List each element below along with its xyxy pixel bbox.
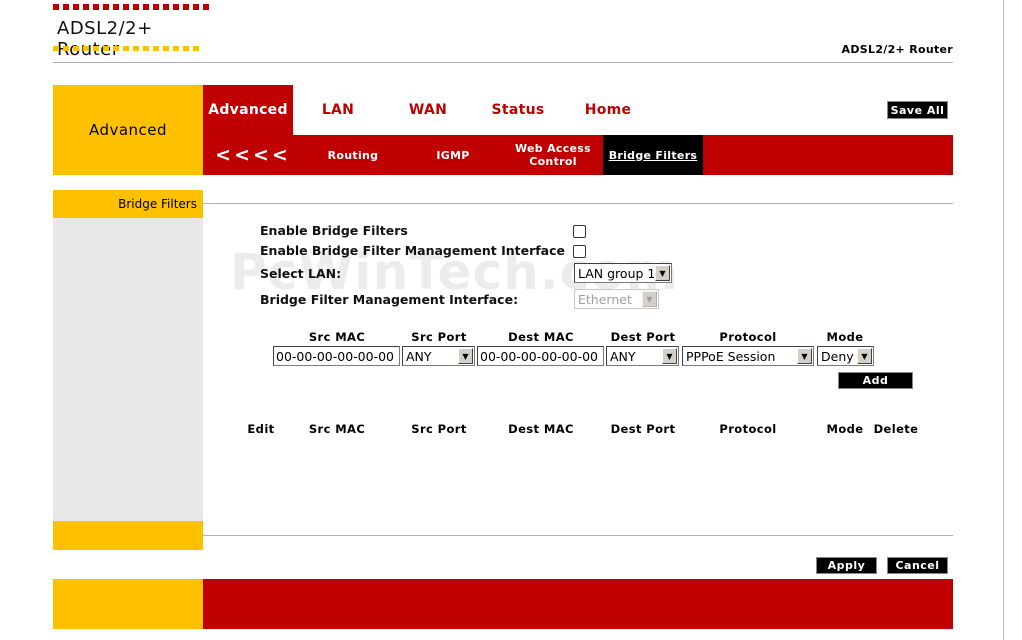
- logo-yellow-dashes: [53, 46, 199, 51]
- section-title: Advanced: [53, 85, 203, 175]
- table-header-delete: Delete: [873, 422, 919, 436]
- footer-yellow-block: [53, 579, 203, 629]
- protocol-dropdown[interactable]: PPPoE Session ▼: [682, 346, 814, 366]
- content-top-divider: [203, 203, 953, 205]
- subnav-bridge-filters[interactable]: Bridge Filters: [603, 135, 703, 175]
- sidebar-body: [53, 218, 203, 521]
- src-mac-input[interactable]: 00-00-00-00-00-00: [273, 346, 400, 366]
- sidebar-heading: Bridge Filters: [53, 190, 203, 218]
- subnav-web-access-control[interactable]: Web Access Control: [503, 135, 603, 175]
- protocol-value: PPPoE Session: [686, 348, 776, 364]
- header-divider: [53, 62, 953, 64]
- main-tabs: Advanced LAN WAN Status Home Save All: [203, 85, 953, 135]
- window-scroll-area: [1003, 0, 1022, 640]
- footer-red-block: [203, 579, 953, 629]
- select-lan-dropdown[interactable]: LAN group 1 ▼: [574, 263, 672, 283]
- tab-advanced[interactable]: Advanced: [203, 85, 293, 135]
- rule-header-mode: Mode: [826, 330, 864, 344]
- dest-port-dropdown[interactable]: ANY ▼: [606, 346, 679, 366]
- chevron-down-icon: ▼: [642, 291, 657, 307]
- chevron-down-icon: ▼: [655, 265, 670, 281]
- mgmt-interface-label: Bridge Filter Management Interface:: [260, 292, 519, 307]
- table-header-protocol: Protocol: [719, 422, 777, 436]
- rule-header-dest-mac: Dest MAC: [508, 330, 574, 344]
- src-port-dropdown[interactable]: ANY ▼: [402, 346, 475, 366]
- logo-text: ADSL2/2+ Router: [57, 18, 153, 60]
- select-lan-label: Select LAN:: [260, 266, 342, 281]
- tab-wan[interactable]: WAN: [383, 85, 473, 135]
- tab-lan[interactable]: LAN: [293, 85, 383, 135]
- mgmt-interface-dropdown[interactable]: Ethernet ▼: [574, 289, 659, 309]
- table-header-dest-port: Dest Port: [610, 422, 676, 436]
- tab-status[interactable]: Status: [473, 85, 563, 135]
- dest-mac-input[interactable]: 00-00-00-00-00-00: [477, 346, 604, 366]
- rule-header-src-mac: Src MAC: [308, 330, 366, 344]
- back-link[interactable]: <<<<: [203, 135, 303, 175]
- table-header-edit: Edit: [247, 422, 275, 436]
- select-lan-value: LAN group 1: [578, 265, 656, 281]
- router-logo: ADSL2/2+ Router: [53, 4, 213, 60]
- rule-header-protocol: Protocol: [719, 330, 777, 344]
- enable-mgmt-interface-checkbox[interactable]: [573, 245, 586, 258]
- subnav-routing[interactable]: Routing: [303, 135, 403, 175]
- content-bottom-divider: [203, 535, 953, 537]
- subnav-web-access-line2: Control: [529, 155, 577, 168]
- enable-bridge-filters-checkbox[interactable]: [573, 225, 586, 238]
- brand-text: ADSL2/2+ Router: [841, 43, 953, 56]
- add-rule-button[interactable]: Add: [838, 372, 913, 389]
- chevron-down-icon: ▼: [857, 348, 872, 364]
- save-all-button[interactable]: Save All: [887, 101, 948, 119]
- table-header-src-mac: Src MAC: [308, 422, 366, 436]
- dest-port-value: ANY: [610, 348, 636, 364]
- table-header-src-port: Src Port: [411, 422, 467, 436]
- sub-nav: <<<< Routing IGMP Web Access Control Bri…: [203, 135, 953, 175]
- enable-bridge-filters-label: Enable Bridge Filters: [260, 223, 408, 238]
- table-header-mode: Mode: [826, 422, 864, 436]
- chevron-down-icon: ▼: [662, 348, 677, 364]
- table-header-dest-mac: Dest MAC: [508, 422, 574, 436]
- chevron-down-icon: ▼: [797, 348, 812, 364]
- mode-dropdown[interactable]: Deny ▼: [817, 346, 874, 366]
- cancel-button[interactable]: Cancel: [887, 557, 948, 574]
- rule-header-src-port: Src Port: [411, 330, 467, 344]
- mode-value: Deny: [821, 348, 854, 364]
- subnav-web-access-line1: Web Access: [514, 142, 591, 155]
- src-port-value: ANY: [406, 348, 432, 364]
- subnav-igmp[interactable]: IGMP: [403, 135, 503, 175]
- chevron-down-icon: ▼: [458, 348, 473, 364]
- rule-header-dest-port: Dest Port: [610, 330, 676, 344]
- logo-red-dashes: [53, 4, 213, 10]
- enable-mgmt-interface-label: Enable Bridge Filter Management Interfac…: [260, 243, 566, 258]
- apply-button[interactable]: Apply: [816, 557, 877, 574]
- tab-home[interactable]: Home: [563, 85, 653, 135]
- sidebar-footer: [53, 521, 203, 550]
- mgmt-interface-value: Ethernet: [578, 291, 632, 307]
